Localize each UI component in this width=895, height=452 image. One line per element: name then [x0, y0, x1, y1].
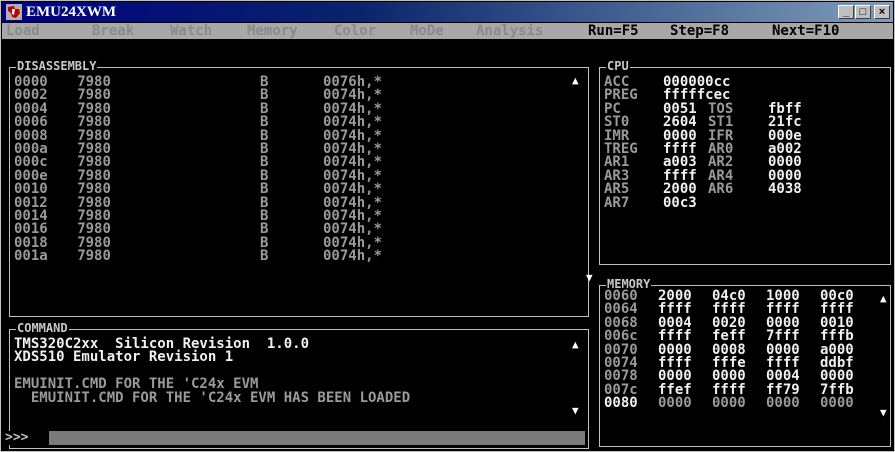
menu-watch[interactable]: Watch: [170, 23, 212, 39]
menu-bar: Load Break Watch Memory Color MoDe Analy…: [2, 23, 893, 39]
disassembly-title: DISASSEMBLY: [16, 59, 98, 73]
command-output-line: EMUINIT.CMD FOR THE 'C24x EVM HAS BEEN L…: [14, 389, 411, 406]
disassembly-arg: 0074h,*: [323, 248, 383, 265]
menu-step[interactable]: Step=F8: [670, 23, 729, 39]
cpu-pane[interactable]: CPU ACC 000000cc PREG fffffcec PC 0051 TOS fbff…: [599, 59, 891, 265]
memory-scroll-down-icon[interactable]: ▼: [880, 407, 887, 418]
menu-color[interactable]: Color: [334, 23, 376, 39]
window-title: EMU24XWM: [26, 4, 116, 20]
menu-next[interactable]: Next=F10: [772, 23, 839, 39]
memory-pane[interactable]: MEMORY 0060 2000 04c0 1000 00c0 0064 ffff ffff f…: [599, 277, 891, 447]
memory-word[interactable]: 0000: [766, 396, 800, 410]
memory-word[interactable]: 0000: [658, 396, 692, 410]
memory-word[interactable]: 0000: [712, 396, 746, 410]
menu-break[interactable]: Break: [92, 23, 134, 39]
menu-memory[interactable]: Memory: [247, 23, 298, 39]
command-scroll-down-icon[interactable]: ▼: [572, 405, 579, 416]
command-title: COMMAND: [16, 321, 69, 335]
disassembly-mn: B: [260, 248, 269, 265]
scroll-up-arrow-icon[interactable]: ▲: [572, 75, 579, 86]
memory-address: 0080: [604, 395, 638, 412]
disassembly-op: 7980: [77, 248, 111, 265]
register-name: AR7: [604, 194, 630, 211]
maximize-button[interactable]: □: [855, 5, 871, 19]
memory-scroll-up-icon[interactable]: ▲: [880, 293, 887, 304]
minimize-button[interactable]: _: [838, 5, 854, 19]
menu-analysis[interactable]: Analysis: [476, 23, 543, 39]
register-name: AR6: [708, 181, 734, 198]
command-prompt: >>>: [5, 431, 49, 445]
command-output-line: XDS510 Emulator Revision 1: [14, 349, 234, 366]
command-scroll-up-icon[interactable]: ▲: [572, 339, 579, 350]
disassembly-addr: 001a: [14, 248, 48, 265]
memory-word[interactable]: 0000: [820, 396, 854, 410]
ti-logo-icon: [6, 4, 22, 20]
title-bar[interactable]: EMU24XWM _ □ ×: [2, 2, 893, 22]
register-value[interactable]: 4038: [768, 182, 802, 196]
register-value[interactable]: 00c3: [663, 195, 697, 210]
scroll-down-arrow-icon[interactable]: ▼: [586, 272, 593, 283]
menu-mode[interactable]: MoDe: [410, 23, 444, 39]
cpu-title: CPU: [606, 59, 630, 73]
emulator-window: EMU24XWM _ □ × Load Break Watch Memory C…: [0, 0, 895, 452]
menu-run[interactable]: Run=F5: [588, 23, 639, 39]
command-input[interactable]: [5, 431, 585, 445]
disassembly-pane[interactable]: DISASSEMBLY 0000 7980 B 0076h,* 0002 7980 B 007…: [9, 59, 589, 317]
menu-load[interactable]: Load: [6, 23, 40, 39]
close-button[interactable]: ×: [874, 5, 890, 19]
